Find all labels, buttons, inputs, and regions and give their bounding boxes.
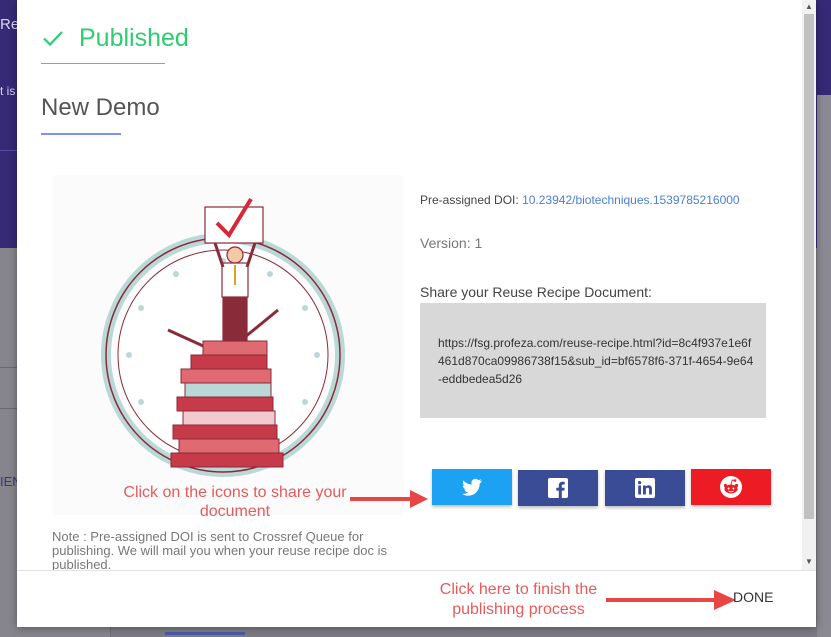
share-linkedin-button[interactable] xyxy=(605,470,685,506)
background-tab-indicator xyxy=(165,632,245,635)
share-label: Share your Reuse Recipe Document: xyxy=(420,284,652,300)
published-illustration xyxy=(53,175,403,515)
status-divider xyxy=(41,63,165,64)
background-card-edge xyxy=(817,95,831,637)
arrow-right-icon xyxy=(350,490,428,508)
scroll-down-icon[interactable]: ▼ xyxy=(802,557,816,567)
doi-info: Pre-assigned DOI: 10.23942/biotechniques… xyxy=(420,193,740,207)
publish-dialog: Published New Demo Pre-assigned DOI: 10.… xyxy=(17,0,816,627)
doi-note: Note : Pre-assigned DOI is sent to Cross… xyxy=(52,529,388,571)
share-reddit-button[interactable] xyxy=(691,469,771,505)
arrow-right-icon xyxy=(606,590,736,610)
share-url-box[interactable]: https://fsg.profeza.com/reuse-recipe.htm… xyxy=(420,303,766,418)
dialog-content: Published New Demo Pre-assigned DOI: 10.… xyxy=(17,0,802,570)
share-url[interactable]: https://fsg.profeza.com/reuse-recipe.htm… xyxy=(438,334,756,388)
version-text: Version: 1 xyxy=(420,235,483,251)
dialog-footer: Click here to finish the publishing proc… xyxy=(17,570,816,627)
dialog-scrollbar[interactable]: ▲ ▼ xyxy=(802,0,816,570)
reddit-icon xyxy=(720,476,742,498)
doi-link[interactable]: 10.23942/biotechniques.1539785216000 xyxy=(522,193,740,207)
document-title: New Demo xyxy=(41,94,160,121)
share-annotation: Click on the icons to share your documen… xyxy=(123,484,347,520)
share-twitter-button[interactable] xyxy=(432,469,512,505)
scroll-thumb[interactable] xyxy=(804,14,814,519)
scroll-up-icon[interactable]: ▲ xyxy=(802,2,816,12)
linkedin-icon xyxy=(635,478,655,498)
published-label: Published xyxy=(79,23,189,52)
background-header-subtext: t is xyxy=(0,84,16,98)
share-facebook-button[interactable] xyxy=(518,470,598,506)
done-annotation: Click here to finish the publishing proc… xyxy=(439,581,598,618)
published-status: Published xyxy=(41,22,189,54)
twitter-icon xyxy=(462,478,482,496)
facebook-icon xyxy=(548,478,568,498)
done-button[interactable]: DONE xyxy=(733,589,773,605)
check-icon xyxy=(43,31,63,47)
doi-label: Pre-assigned DOI: xyxy=(420,193,519,207)
title-underline xyxy=(41,133,121,135)
